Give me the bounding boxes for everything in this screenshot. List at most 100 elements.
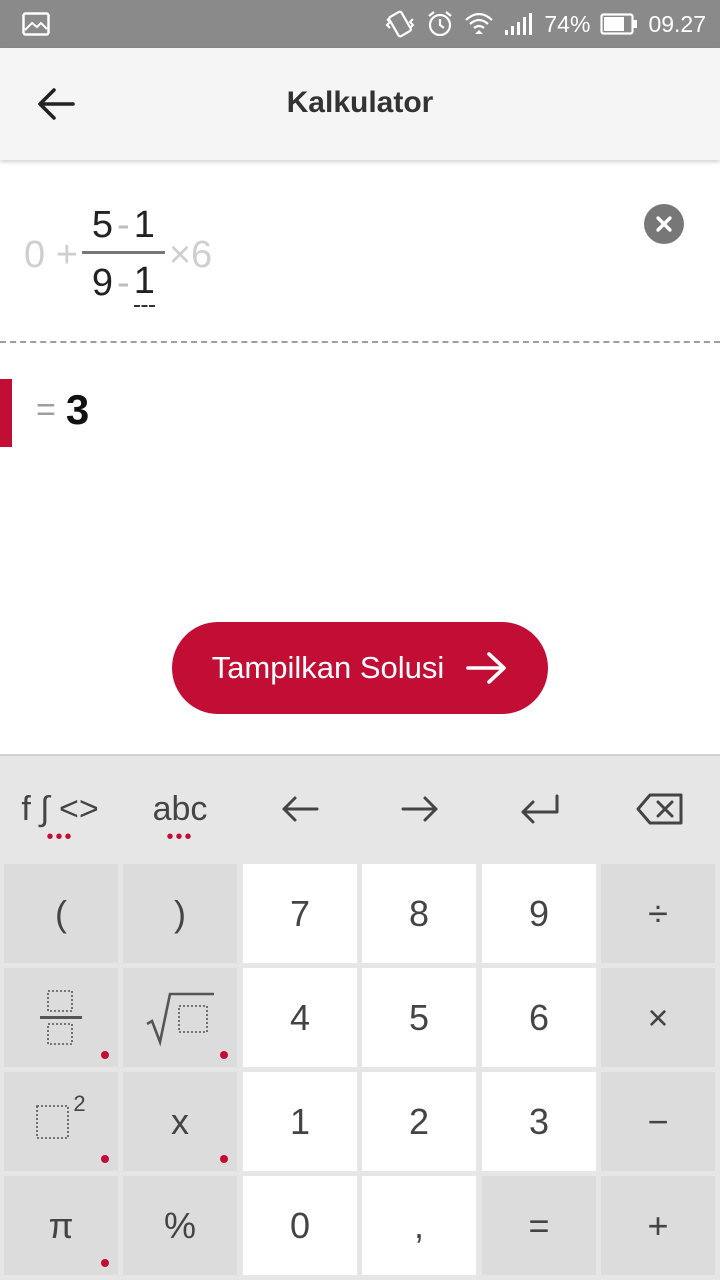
status-bar: 74% 09.27 <box>0 0 720 48</box>
percent-key-label: % <box>163 1204 196 1246</box>
key-1-label: 1 <box>289 1100 311 1142</box>
numerator-term-1: 5 <box>91 203 114 246</box>
key-8-label: 8 <box>408 892 430 934</box>
fraction-numerator[interactable]: 5 - 1 <box>82 204 165 247</box>
more-indicator <box>101 1259 109 1267</box>
fraction-denominator[interactable]: 9 - 1 <box>82 260 165 307</box>
key-2[interactable]: 2 <box>362 1072 476 1171</box>
square-exponent: 2 <box>73 1090 86 1116</box>
square-root-icon <box>146 992 214 1047</box>
more-dots: ••• <box>46 826 74 848</box>
open-paren-key-label: ( <box>55 892 67 934</box>
key-7-label: 7 <box>289 892 311 934</box>
key-3[interactable]: 3 <box>482 1072 596 1171</box>
key-2-label: 2 <box>408 1100 430 1142</box>
enter-button[interactable] <box>480 756 600 862</box>
more-dots: ••• <box>166 826 194 848</box>
variable-x-key[interactable]: x <box>123 1072 237 1171</box>
fraction[interactable]: 5 - 1 9 - 1 <box>81 204 165 307</box>
fraction-bar <box>81 250 165 254</box>
denominator-term-1: 9 <box>91 261 114 304</box>
keyboard-toolbar: f ∫ <> ••• abc ••• <box>0 756 720 862</box>
minus-key-label: − <box>647 1100 669 1142</box>
enter-icon <box>521 794 559 824</box>
divide-key-label: ÷ <box>648 892 668 934</box>
fraction-template-icon <box>40 989 82 1045</box>
more-indicator <box>220 1051 228 1059</box>
leading-placeholder: 0 + <box>24 233 78 276</box>
page-title: Kalkulator <box>286 86 434 119</box>
result-value: 3 <box>65 386 90 433</box>
backspace-icon <box>636 793 683 825</box>
trailing-placeholder: ×6 <box>168 233 213 276</box>
key-3-label: 3 <box>528 1100 550 1142</box>
minus-key[interactable]: − <box>601 1072 715 1171</box>
variable-x-key-label: x <box>171 1100 189 1142</box>
percent-key[interactable]: % <box>123 1176 237 1275</box>
signal-icon <box>504 12 534 36</box>
multiply-key-label: × <box>647 996 669 1038</box>
app-bar: Kalkulator <box>0 48 720 160</box>
wifi-icon <box>464 10 494 38</box>
key-5-label: 5 <box>408 996 430 1038</box>
clear-button[interactable] <box>644 204 684 244</box>
arrow-right-icon <box>466 652 507 684</box>
key-1[interactable]: 1 <box>243 1072 357 1171</box>
more-indicator <box>101 1155 109 1163</box>
functions-tab[interactable]: f ∫ <> ••• <box>0 756 120 862</box>
numerator-operator: - <box>117 203 130 246</box>
open-paren-key[interactable]: ( <box>4 864 118 963</box>
functions-tab-label: f ∫ <> <box>21 789 99 828</box>
alarm-icon <box>426 10 454 38</box>
result: = 3 <box>36 386 89 434</box>
key-7[interactable]: 7 <box>243 864 357 963</box>
close-paren-key[interactable]: ) <box>123 864 237 963</box>
math-keyboard: f ∫ <> ••• abc ••• ( ) 7 8 9 ÷ 4 5 6 × 2… <box>0 754 720 1280</box>
result-marker <box>0 379 12 447</box>
square-root-key[interactable] <box>123 968 237 1067</box>
comma-key-label: , <box>413 1204 424 1246</box>
plus-key[interactable]: + <box>601 1176 715 1275</box>
multiply-key[interactable]: × <box>601 968 715 1067</box>
key-6[interactable]: 6 <box>482 968 596 1067</box>
divider <box>0 341 720 343</box>
show-solution-label: Tampilkan Solusi <box>211 650 445 685</box>
equals-key-label: = <box>528 1204 550 1246</box>
expression-area[interactable]: 0 + 5 - 1 9 - 1 ×6 <box>0 160 720 344</box>
pi-key[interactable]: π <box>4 1176 118 1275</box>
divide-key[interactable]: ÷ <box>601 864 715 963</box>
battery-percent: 74% <box>544 10 591 37</box>
comma-key[interactable]: , <box>362 1176 476 1275</box>
letters-tab-label: abc <box>152 789 208 828</box>
key-0[interactable]: 0 <box>243 1176 357 1275</box>
key-4-label: 4 <box>289 996 311 1038</box>
pi-key-label: π <box>48 1204 74 1246</box>
arrow-left-icon <box>282 796 319 822</box>
plus-key-label: + <box>647 1204 669 1246</box>
arrow-right-icon <box>401 796 438 822</box>
letters-tab[interactable]: abc ••• <box>120 756 240 862</box>
square-key[interactable]: 2 <box>4 1072 118 1171</box>
close-icon <box>656 216 672 232</box>
result-equals-sign: = <box>36 390 56 429</box>
backspace-button[interactable] <box>600 756 720 862</box>
denominator-term-2: 1 <box>133 260 155 307</box>
key-4[interactable]: 4 <box>243 968 357 1067</box>
equals-key[interactable]: = <box>482 1176 596 1275</box>
denominator-operator: - <box>117 261 130 304</box>
cursor-left-button[interactable] <box>240 756 360 862</box>
numerator-term-2: 1 <box>133 203 155 246</box>
key-8[interactable]: 8 <box>362 864 476 963</box>
cursor-right-button[interactable] <box>360 756 480 862</box>
more-indicator <box>101 1051 109 1059</box>
vibrate-icon <box>384 9 416 39</box>
key-6-label: 6 <box>528 996 550 1038</box>
key-9[interactable]: 9 <box>482 864 596 963</box>
clock: 09.27 <box>648 10 706 37</box>
math-expression[interactable]: 0 + 5 - 1 9 - 1 ×6 <box>24 200 212 310</box>
fraction-key[interactable] <box>4 968 118 1067</box>
key-5[interactable]: 5 <box>362 968 476 1067</box>
key-0-label: 0 <box>289 1204 311 1246</box>
show-solution-button[interactable]: Tampilkan Solusi <box>172 622 548 714</box>
battery-icon <box>600 13 638 35</box>
